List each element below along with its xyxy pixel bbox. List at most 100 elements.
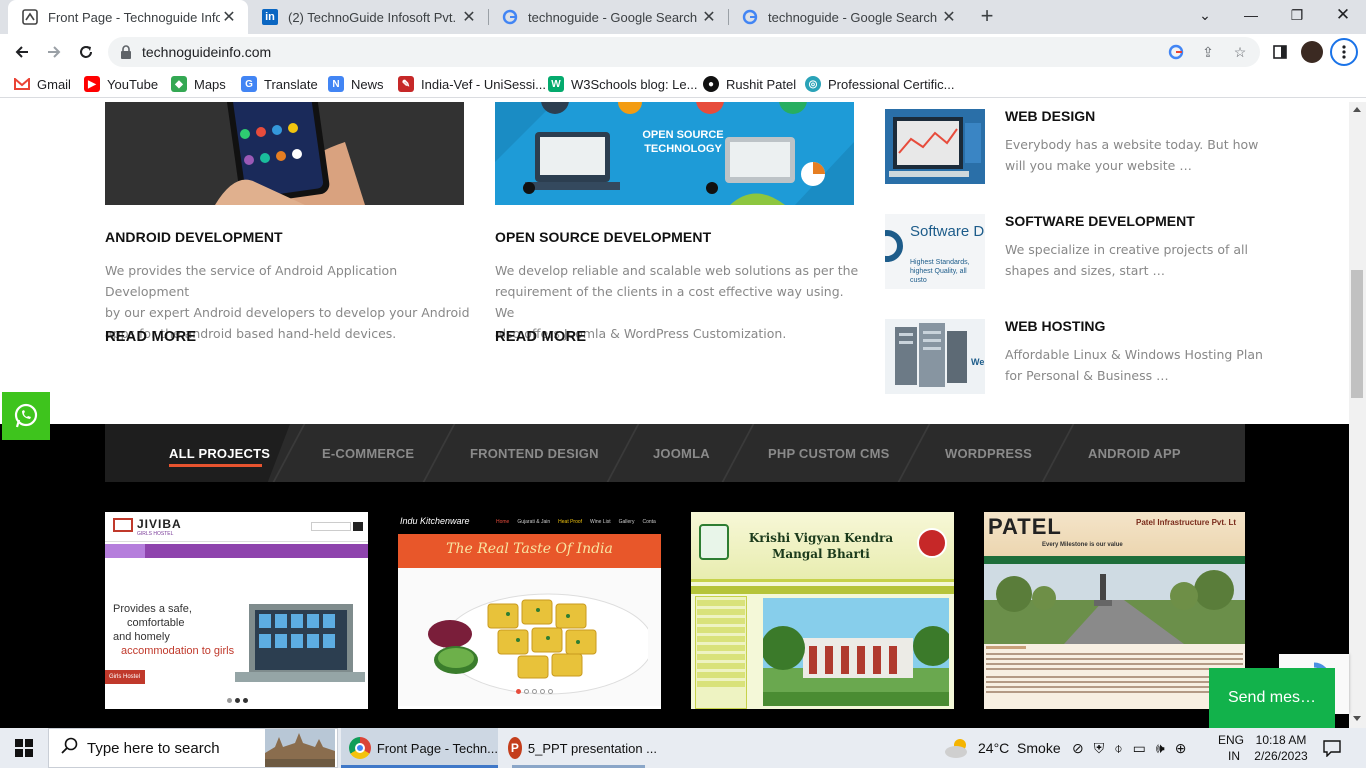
- weather-widget[interactable]: 24°C Smoke: [944, 728, 1061, 768]
- restore-icon[interactable]: ❐: [1274, 0, 1320, 30]
- open-source-development-title[interactable]: OPEN SOURCE DEVELOPMENT: [495, 229, 711, 245]
- software-development-thumbnail[interactable]: Software Developme Highest Standards, hi…: [885, 214, 985, 289]
- jiviba-tagline: Provides a safe, comfortable and homely …: [113, 603, 235, 657]
- indu-logo-text: Indu Kitchenware: [400, 516, 470, 526]
- search-icon: [61, 737, 79, 760]
- whatsapp-chat-button[interactable]: [2, 392, 50, 440]
- reload-icon[interactable]: [72, 38, 100, 66]
- patel-logo-text: PATEL: [988, 514, 1062, 539]
- active-filter-underline: [169, 464, 262, 467]
- android-development-image[interactable]: [105, 102, 464, 205]
- software-development-title[interactable]: SOFTWARE DEVELOPMENT: [1005, 213, 1195, 229]
- taskbar-search-box[interactable]: Type here to search: [48, 728, 338, 768]
- taskbar-app-label: 5_PPT presentation ...: [527, 740, 657, 756]
- open-source-development-image[interactable]: OPEN SOURCE TECHNOLOGY: [495, 102, 854, 205]
- web-hosting-title[interactable]: WEB HOSTING: [1005, 318, 1105, 334]
- tab-close-icon[interactable]: ✕: [940, 7, 958, 27]
- maps-icon: ◆: [171, 76, 187, 92]
- unisession-icon: ✎: [398, 76, 414, 92]
- bookmark-translate[interactable]: G Translate: [241, 75, 318, 93]
- volume-icon[interactable]: 🕪: [1156, 740, 1165, 757]
- tab-front-page[interactable]: Front Page - Technoguide Infosoft ✕: [8, 0, 248, 34]
- filter-frontend-design[interactable]: FRONTEND DESIGN: [470, 424, 599, 482]
- android-read-more-link[interactable]: READ MORE: [105, 329, 196, 345]
- bookmark-rushit[interactable]: ● Rushit Patel: [703, 75, 796, 93]
- notification-icon[interactable]: [1322, 728, 1342, 768]
- windows-start-icon[interactable]: [0, 728, 48, 768]
- software-development-desc: We specialize in creative projects of al…: [1005, 242, 1248, 278]
- bookmark-star-icon[interactable]: ☆: [1232, 44, 1248, 60]
- google-lens-icon[interactable]: [1168, 44, 1184, 60]
- slider-dots: [516, 689, 553, 694]
- bookmark-certificate[interactable]: ◎ Professional Certific...: [805, 75, 954, 93]
- battery-icon[interactable]: ▭: [1133, 740, 1146, 757]
- tab-close-icon[interactable]: ✕: [460, 7, 478, 27]
- bookmark-w3schools[interactable]: W W3Schools blog: Le...: [548, 75, 697, 93]
- network-off-icon[interactable]: ⊘: [1072, 740, 1084, 757]
- system-tray-icons: ⊘ ⛨ ⌽ ▭ 🕪 ⊕: [1072, 728, 1186, 768]
- bookmark-maps[interactable]: ◆ Maps: [171, 75, 226, 93]
- side-panel-icon[interactable]: [1266, 38, 1294, 66]
- tab-search-chevron-icon[interactable]: ⌄: [1182, 0, 1228, 30]
- tab-google-search-1[interactable]: technoguide - Google Search ✕: [488, 0, 728, 34]
- web-design-thumbnail[interactable]: [885, 109, 985, 184]
- bookmark-label: India-Vef - UniSessi...: [421, 76, 546, 92]
- address-bar[interactable]: technoguideinfo.com ⇪ ☆: [108, 37, 1260, 67]
- page-scrollbar[interactable]: [1349, 102, 1366, 728]
- clock-time: 10:18 AM: [1255, 733, 1307, 747]
- bookmark-label: Translate: [264, 76, 318, 92]
- filter-android-app[interactable]: ANDROID APP: [1088, 424, 1181, 482]
- meet-now-icon[interactable]: ⌽: [1114, 740, 1122, 757]
- lock-icon[interactable]: [120, 44, 132, 65]
- bookmark-gmail[interactable]: Gmail: [14, 75, 71, 93]
- filter-wordpress[interactable]: WORDPRESS: [945, 424, 1032, 482]
- taskbar-powerpoint-app[interactable]: P 5_PPT presentation ...: [500, 728, 657, 768]
- patel-company-text: Patel Infrastructure Pvt. Lt: [1136, 518, 1237, 527]
- project-card-jiviba[interactable]: JIVIBA GIRLS HOSTEL Provides a safe, com…: [105, 512, 368, 709]
- scrollbar-thumb[interactable]: [1351, 270, 1363, 398]
- clock[interactable]: 10:18 AM 2/26/2023: [1252, 728, 1310, 768]
- filter-e-commerce[interactable]: E-COMMERCE: [322, 424, 414, 482]
- back-icon[interactable]: [8, 38, 36, 66]
- web-design-title[interactable]: WEB DESIGN: [1005, 108, 1095, 124]
- tab-close-icon[interactable]: ✕: [220, 7, 238, 27]
- send-message-button[interactable]: Send mes…: [1209, 668, 1335, 728]
- filter-all-projects[interactable]: ALL PROJECTS: [169, 424, 270, 482]
- open-source-read-more-link[interactable]: READ MORE: [495, 329, 586, 345]
- close-window-icon[interactable]: ✕: [1320, 0, 1366, 30]
- web-hosting-thumbnail[interactable]: Wel: [885, 319, 985, 394]
- filter-joomla[interactable]: JOOMLA: [653, 424, 710, 482]
- language-indicator[interactable]: ENG IN: [1218, 728, 1244, 768]
- project-card-krishi-vigyan-kendra[interactable]: Krishi Vigyan Kendra Mangal Bharti: [691, 512, 954, 709]
- new-tab-button[interactable]: +: [976, 5, 998, 27]
- certificate-icon: ◎: [805, 76, 821, 92]
- chrome-icon: [349, 737, 371, 759]
- minimize-icon[interactable]: —: [1228, 0, 1274, 30]
- scroll-down-icon[interactable]: [1353, 716, 1361, 721]
- bookmark-youtube[interactable]: ▶ YouTube: [84, 75, 158, 93]
- news-icon: N: [328, 76, 344, 92]
- taskbar-chrome-app[interactable]: Front Page - Techn...: [341, 728, 498, 768]
- bookmark-label: News: [351, 76, 384, 92]
- globe-icon[interactable]: ⊕: [1175, 740, 1187, 757]
- page-viewport: OPEN SOURCE TECHNOLOGY ANDROID DEVELOPME…: [0, 102, 1349, 728]
- scroll-up-icon[interactable]: [1353, 107, 1361, 112]
- tab-google-search-2[interactable]: technoguide - Google Search ✕: [728, 0, 968, 34]
- filter-php-custom-cms[interactable]: PHP CUSTOM CMS: [768, 424, 890, 482]
- tab-close-icon[interactable]: ✕: [700, 7, 718, 27]
- menu-kebab-icon[interactable]: [1330, 38, 1358, 66]
- android-development-title[interactable]: ANDROID DEVELOPMENT: [105, 229, 283, 245]
- forward-icon[interactable]: [40, 38, 68, 66]
- share-icon[interactable]: ⇪: [1200, 44, 1216, 60]
- open-source-caption: OPEN SOURCE TECHNOLOGY: [642, 129, 724, 155]
- tab-title: technoguide - Google Search: [768, 9, 938, 25]
- web-hosting-desc: Affordable Linux & Windows Hosting Plan …: [1005, 347, 1263, 383]
- bookmark-news[interactable]: N News: [328, 75, 384, 93]
- bookmark-unisession[interactable]: ✎ India-Vef - UniSessi...: [398, 75, 546, 93]
- project-card-indu-kitchenware[interactable]: Indu Kitchenware Home Gujarati & Jain Heat…: [398, 512, 661, 709]
- google-icon: [502, 9, 518, 25]
- project-card-patel[interactable]: PATEL Patel Infrastructure Pvt. Lt Every…: [984, 512, 1245, 709]
- tab-linkedin[interactable]: in (2) TechnoGuide Infosoft Pvt. Ltd. ✕: [248, 0, 488, 34]
- profile-avatar[interactable]: [1298, 38, 1326, 66]
- security-shield-icon[interactable]: ⛨: [1094, 740, 1105, 757]
